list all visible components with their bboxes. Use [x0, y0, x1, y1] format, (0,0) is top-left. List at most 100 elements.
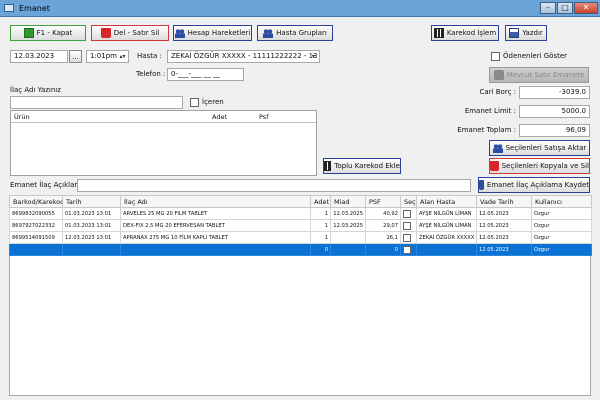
select-cell[interactable] — [400, 231, 417, 244]
due-date-cell: 12.05.2023 — [476, 243, 532, 256]
barcode-cell — [9, 243, 63, 256]
col-header-date[interactable]: Tarih — [62, 195, 121, 208]
spinner-icon: ▴▾ — [119, 53, 126, 60]
escrow-grid[interactable]: Barkod/Karekod Tarih İlaç Adı Adet Miad … — [9, 195, 592, 256]
title-bar: Emanet – □ ✕ — [0, 0, 600, 17]
close-window-button[interactable]: ✕ — [574, 2, 598, 14]
qty-col-header: Adet — [212, 113, 228, 121]
escrow-total-field: 96,09 — [519, 124, 590, 137]
col-header-barcode[interactable]: Barkod/Karekod — [9, 195, 63, 208]
minimize-button[interactable]: – — [540, 2, 556, 14]
trash-icon — [490, 161, 499, 171]
copy-delete-button[interactable]: Seçilenleri Kopyala ve Sil — [489, 158, 590, 174]
patient-cell: AYŞE NİLGÜN LİMAN — [416, 207, 477, 220]
current-row-escrow-label: Mevcut Satır Emanete — [506, 71, 585, 79]
users-icon — [493, 70, 504, 80]
date-picker-button[interactable]: ... — [69, 50, 82, 63]
patient-groups-button[interactable]: Hasta Grupları — [257, 25, 333, 41]
psf-col-header: Psf — [259, 113, 269, 121]
patient-select[interactable]: ZEKAİ ÖZGÜR XXXXX - 11111222222 - 13 ▾ — [167, 50, 320, 63]
user-cell: Ozgur — [531, 219, 592, 232]
date-cell: 01.03.2023 13:01 — [62, 219, 121, 232]
save-note-label: Emanet İlaç Açıklama Kaydet — [486, 181, 589, 189]
product-list-header: Ürün Adet Psf — [11, 111, 316, 123]
col-header-due-date[interactable]: Vade Tarih — [476, 195, 532, 208]
psf-cell: 0 — [365, 243, 401, 256]
patient-value: ZEKAİ ÖZGÜR XXXXX - 11111222222 - 13 — [171, 52, 318, 60]
select-cell[interactable] — [400, 219, 417, 232]
psf-cell: 40,92 — [365, 207, 401, 220]
product-list[interactable]: Ürün Adet Psf — [10, 110, 317, 176]
table-row-selected[interactable]: 0 0 12.05.2023 Ozgur — [9, 243, 592, 256]
print-label: Yazdır — [522, 29, 543, 37]
barcode-cell: 8697927022332 — [9, 219, 63, 232]
drug-name-input[interactable] — [10, 96, 183, 109]
date-cell — [62, 243, 121, 256]
col-header-psf[interactable]: PSF — [365, 195, 401, 208]
qr-code-icon — [324, 161, 332, 171]
qty-cell: 0 — [310, 243, 331, 256]
col-header-select[interactable]: Seç — [400, 195, 417, 208]
psf-cell: 29,07 — [365, 219, 401, 232]
print-button[interactable]: Yazdır — [505, 25, 547, 41]
current-row-escrow-button[interactable]: Mevcut Satır Emanete — [489, 67, 589, 83]
window-controls: – □ ✕ — [540, 2, 598, 14]
delete-row-button[interactable]: Del - Satır Sil — [91, 25, 169, 41]
patient-groups-label: Hasta Grupları — [276, 29, 327, 37]
copy-delete-label: Seçilenleri Kopyala ve Sil — [501, 162, 589, 170]
show-paid-checkbox[interactable] — [491, 52, 500, 61]
patient-cell — [416, 243, 477, 256]
balance-label: Cari Borç : — [479, 88, 516, 96]
transfer-to-sale-label: Seçilenleri Satışa Aktar — [505, 144, 587, 152]
select-checkbox[interactable] — [403, 245, 411, 254]
select-cell[interactable] — [400, 243, 417, 256]
select-checkbox[interactable] — [403, 209, 411, 218]
maximize-button[interactable]: □ — [557, 2, 573, 14]
transfer-to-sale-button[interactable]: Seçilenleri Satışa Aktar — [489, 140, 590, 156]
col-header-expiry[interactable]: Miad — [330, 195, 366, 208]
escrow-note-input[interactable] — [77, 179, 471, 192]
product-col-header: Ürün — [14, 113, 30, 121]
chevron-down-icon: ▾ — [311, 53, 315, 60]
close-button[interactable]: F1 - Kapat — [10, 25, 86, 41]
drug-name-cell — [120, 243, 311, 256]
user-cell: Ozgur — [531, 243, 592, 256]
contains-checkbox[interactable] — [190, 98, 199, 107]
save-note-button[interactable]: Emanet İlaç Açıklama Kaydet — [478, 177, 590, 193]
col-header-patient[interactable]: Alan Hasta — [416, 195, 477, 208]
psf-cell: 26,1 — [365, 231, 401, 244]
table-row[interactable]: 8697927022332 01.03.2023 13:01 DEX-FIX 2… — [9, 219, 592, 232]
date-input[interactable]: 12.03.2023 — [10, 50, 68, 63]
col-header-drug-name[interactable]: İlaç Adı — [120, 195, 311, 208]
select-checkbox[interactable] — [403, 233, 411, 242]
qty-cell: 1 — [310, 231, 331, 244]
col-header-qty[interactable]: Adet — [310, 195, 331, 208]
save-icon — [479, 180, 484, 190]
col-header-user[interactable]: Kullanıcı — [531, 195, 592, 208]
table-row[interactable]: 8699832090055 01.03.2023 13:01 ARVELES 2… — [9, 207, 592, 220]
patient-label: Hasta : — [137, 52, 162, 60]
table-row[interactable]: 8699514091509 12.03.2023 13:01 APRANAX 2… — [9, 231, 592, 244]
escrow-note-label: Emanet İlaç Açıklama — [10, 181, 86, 189]
escrow-total-label: Emanet Toplam : — [457, 126, 516, 134]
bulk-barcode-button[interactable]: Toplu Karekod Ekle — [323, 158, 401, 174]
select-cell[interactable] — [400, 207, 417, 220]
printer-icon — [509, 28, 520, 38]
drug-name-cell: APRANAX 275 MG 10 FİLM KAPLI TABLET — [120, 231, 311, 244]
phone-input[interactable]: 0-___-___ __ __ — [167, 68, 244, 81]
drug-name-label: İlaç Adı Yazınız — [10, 86, 61, 94]
trash-icon — [100, 28, 111, 38]
account-moves-button[interactable]: Hesap Hareketleri — [173, 25, 252, 41]
barcode-process-label: Karekod İşlem — [446, 29, 497, 37]
patient-cell: AYŞE NİLGÜN LİMAN — [416, 219, 477, 232]
escrow-limit-field: 5000.0 — [519, 105, 590, 118]
time-input[interactable]: 1:01pm ▴▾ — [86, 50, 129, 63]
users-icon — [492, 143, 503, 153]
barcode-process-button[interactable]: Karekod İşlem — [431, 25, 499, 41]
select-checkbox[interactable] — [403, 221, 411, 230]
user-cell: Ozgur — [531, 231, 592, 244]
balance-field: -3039.0 — [519, 86, 590, 99]
expiry-cell: 12.03.2025 — [330, 207, 366, 220]
user-cell: Ozgur — [531, 207, 592, 220]
bulk-barcode-label: Toplu Karekod Ekle — [334, 162, 400, 170]
